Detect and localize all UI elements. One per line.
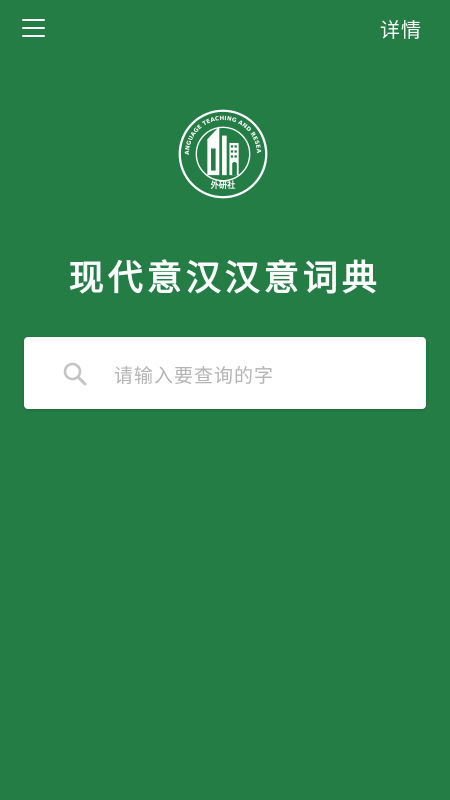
logo-name: 外研社: [211, 180, 237, 190]
search-input[interactable]: 请输入要查询的字: [24, 337, 426, 409]
publisher-logo: FOREIGN LANGUAGE TEACHING AND RESEARCH P…: [177, 108, 268, 199]
app-title: 现代意汉汉意词典: [68, 258, 381, 299]
hamburger-menu-icon[interactable]: [22, 17, 46, 39]
top-bar: 详情: [0, 0, 450, 56]
detail-button[interactable]: 详情: [380, 14, 422, 43]
search-placeholder: 请输入要查询的字: [114, 365, 275, 387]
search-icon: [63, 362, 87, 386]
